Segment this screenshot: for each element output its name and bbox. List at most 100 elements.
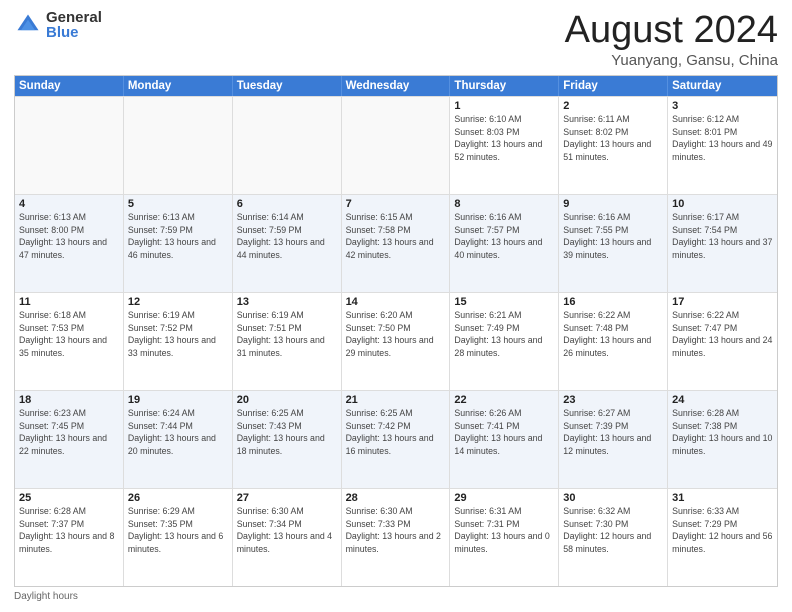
logo-text: General Blue [46,10,102,40]
calendar-body: 1Sunrise: 6:10 AMSunset: 8:03 PMDaylight… [15,96,777,586]
header-day-wednesday: Wednesday [342,76,451,96]
location: Yuanyang, Gansu, China [565,52,778,69]
calendar-cell-26: 26Sunrise: 6:29 AMSunset: 7:35 PMDayligh… [124,489,233,586]
calendar-cell-17: 17Sunrise: 6:22 AMSunset: 7:47 PMDayligh… [668,293,777,390]
calendar-cell-5: 5Sunrise: 6:13 AMSunset: 7:59 PMDaylight… [124,195,233,292]
title-block: August 2024 Yuanyang, Gansu, China [565,10,778,69]
day-number: 28 [346,492,446,504]
calendar-cell-9: 9Sunrise: 6:16 AMSunset: 7:55 PMDaylight… [559,195,668,292]
day-info: Sunrise: 6:25 AMSunset: 7:43 PMDaylight:… [237,407,337,458]
calendar: SundayMondayTuesdayWednesdayThursdayFrid… [14,75,778,587]
calendar-cell-4: 4Sunrise: 6:13 AMSunset: 8:00 PMDaylight… [15,195,124,292]
day-number: 26 [128,492,228,504]
day-number: 8 [454,198,554,210]
day-number: 6 [237,198,337,210]
logo: General Blue [14,10,102,40]
calendar-cell-19: 19Sunrise: 6:24 AMSunset: 7:44 PMDayligh… [124,391,233,488]
day-number: 21 [346,394,446,406]
day-info: Sunrise: 6:13 AMSunset: 8:00 PMDaylight:… [19,211,119,262]
day-info: Sunrise: 6:22 AMSunset: 7:47 PMDaylight:… [672,309,773,360]
day-number: 17 [672,296,773,308]
calendar-cell-empty-0-1 [124,97,233,194]
day-number: 9 [563,198,663,210]
day-info: Sunrise: 6:19 AMSunset: 7:51 PMDaylight:… [237,309,337,360]
day-number: 11 [19,296,119,308]
day-info: Sunrise: 6:18 AMSunset: 7:53 PMDaylight:… [19,309,119,360]
calendar-row-5: 25Sunrise: 6:28 AMSunset: 7:37 PMDayligh… [15,488,777,586]
header-day-thursday: Thursday [450,76,559,96]
day-info: Sunrise: 6:16 AMSunset: 7:57 PMDaylight:… [454,211,554,262]
day-info: Sunrise: 6:21 AMSunset: 7:49 PMDaylight:… [454,309,554,360]
day-info: Sunrise: 6:26 AMSunset: 7:41 PMDaylight:… [454,407,554,458]
day-info: Sunrise: 6:30 AMSunset: 7:33 PMDaylight:… [346,505,446,556]
day-info: Sunrise: 6:23 AMSunset: 7:45 PMDaylight:… [19,407,119,458]
page: General Blue August 2024 Yuanyang, Gansu… [0,0,792,612]
day-info: Sunrise: 6:27 AMSunset: 7:39 PMDaylight:… [563,407,663,458]
header-day-sunday: Sunday [15,76,124,96]
calendar-cell-25: 25Sunrise: 6:28 AMSunset: 7:37 PMDayligh… [15,489,124,586]
calendar-cell-15: 15Sunrise: 6:21 AMSunset: 7:49 PMDayligh… [450,293,559,390]
day-number: 18 [19,394,119,406]
calendar-row-1: 1Sunrise: 6:10 AMSunset: 8:03 PMDaylight… [15,96,777,194]
day-number: 10 [672,198,773,210]
day-number: 19 [128,394,228,406]
header-day-saturday: Saturday [668,76,777,96]
day-number: 23 [563,394,663,406]
month-title: August 2024 [565,10,778,52]
calendar-cell-1: 1Sunrise: 6:10 AMSunset: 8:03 PMDaylight… [450,97,559,194]
day-info: Sunrise: 6:32 AMSunset: 7:30 PMDaylight:… [563,505,663,556]
calendar-cell-empty-0-2 [233,97,342,194]
calendar-row-3: 11Sunrise: 6:18 AMSunset: 7:53 PMDayligh… [15,292,777,390]
calendar-cell-29: 29Sunrise: 6:31 AMSunset: 7:31 PMDayligh… [450,489,559,586]
day-info: Sunrise: 6:12 AMSunset: 8:01 PMDaylight:… [672,113,773,164]
day-info: Sunrise: 6:10 AMSunset: 8:03 PMDaylight:… [454,113,554,164]
day-info: Sunrise: 6:31 AMSunset: 7:31 PMDaylight:… [454,505,554,556]
logo-blue: Blue [46,25,102,40]
day-info: Sunrise: 6:20 AMSunset: 7:50 PMDaylight:… [346,309,446,360]
calendar-row-4: 18Sunrise: 6:23 AMSunset: 7:45 PMDayligh… [15,390,777,488]
calendar-header: SundayMondayTuesdayWednesdayThursdayFrid… [15,76,777,96]
day-number: 20 [237,394,337,406]
day-number: 29 [454,492,554,504]
day-info: Sunrise: 6:15 AMSunset: 7:58 PMDaylight:… [346,211,446,262]
day-info: Sunrise: 6:13 AMSunset: 7:59 PMDaylight:… [128,211,228,262]
footer-note: Daylight hours [14,591,778,602]
calendar-cell-31: 31Sunrise: 6:33 AMSunset: 7:29 PMDayligh… [668,489,777,586]
calendar-cell-empty-0-3 [342,97,451,194]
logo-general: General [46,10,102,25]
day-info: Sunrise: 6:25 AMSunset: 7:42 PMDaylight:… [346,407,446,458]
day-number: 16 [563,296,663,308]
header-day-friday: Friday [559,76,668,96]
day-info: Sunrise: 6:22 AMSunset: 7:48 PMDaylight:… [563,309,663,360]
calendar-cell-28: 28Sunrise: 6:30 AMSunset: 7:33 PMDayligh… [342,489,451,586]
day-number: 7 [346,198,446,210]
day-info: Sunrise: 6:28 AMSunset: 7:38 PMDaylight:… [672,407,773,458]
calendar-cell-16: 16Sunrise: 6:22 AMSunset: 7:48 PMDayligh… [559,293,668,390]
day-info: Sunrise: 6:33 AMSunset: 7:29 PMDaylight:… [672,505,773,556]
day-info: Sunrise: 6:28 AMSunset: 7:37 PMDaylight:… [19,505,119,556]
calendar-cell-20: 20Sunrise: 6:25 AMSunset: 7:43 PMDayligh… [233,391,342,488]
day-number: 22 [454,394,554,406]
day-info: Sunrise: 6:11 AMSunset: 8:02 PMDaylight:… [563,113,663,164]
logo-icon [14,11,42,39]
day-number: 30 [563,492,663,504]
day-info: Sunrise: 6:14 AMSunset: 7:59 PMDaylight:… [237,211,337,262]
calendar-cell-7: 7Sunrise: 6:15 AMSunset: 7:58 PMDaylight… [342,195,451,292]
calendar-cell-30: 30Sunrise: 6:32 AMSunset: 7:30 PMDayligh… [559,489,668,586]
calendar-cell-22: 22Sunrise: 6:26 AMSunset: 7:41 PMDayligh… [450,391,559,488]
calendar-cell-14: 14Sunrise: 6:20 AMSunset: 7:50 PMDayligh… [342,293,451,390]
calendar-cell-10: 10Sunrise: 6:17 AMSunset: 7:54 PMDayligh… [668,195,777,292]
day-number: 3 [672,100,773,112]
calendar-cell-23: 23Sunrise: 6:27 AMSunset: 7:39 PMDayligh… [559,391,668,488]
day-info: Sunrise: 6:24 AMSunset: 7:44 PMDaylight:… [128,407,228,458]
calendar-cell-6: 6Sunrise: 6:14 AMSunset: 7:59 PMDaylight… [233,195,342,292]
day-number: 24 [672,394,773,406]
day-info: Sunrise: 6:16 AMSunset: 7:55 PMDaylight:… [563,211,663,262]
calendar-cell-8: 8Sunrise: 6:16 AMSunset: 7:57 PMDaylight… [450,195,559,292]
day-number: 13 [237,296,337,308]
calendar-cell-27: 27Sunrise: 6:30 AMSunset: 7:34 PMDayligh… [233,489,342,586]
calendar-cell-3: 3Sunrise: 6:12 AMSunset: 8:01 PMDaylight… [668,97,777,194]
calendar-cell-24: 24Sunrise: 6:28 AMSunset: 7:38 PMDayligh… [668,391,777,488]
day-number: 14 [346,296,446,308]
header-day-monday: Monday [124,76,233,96]
